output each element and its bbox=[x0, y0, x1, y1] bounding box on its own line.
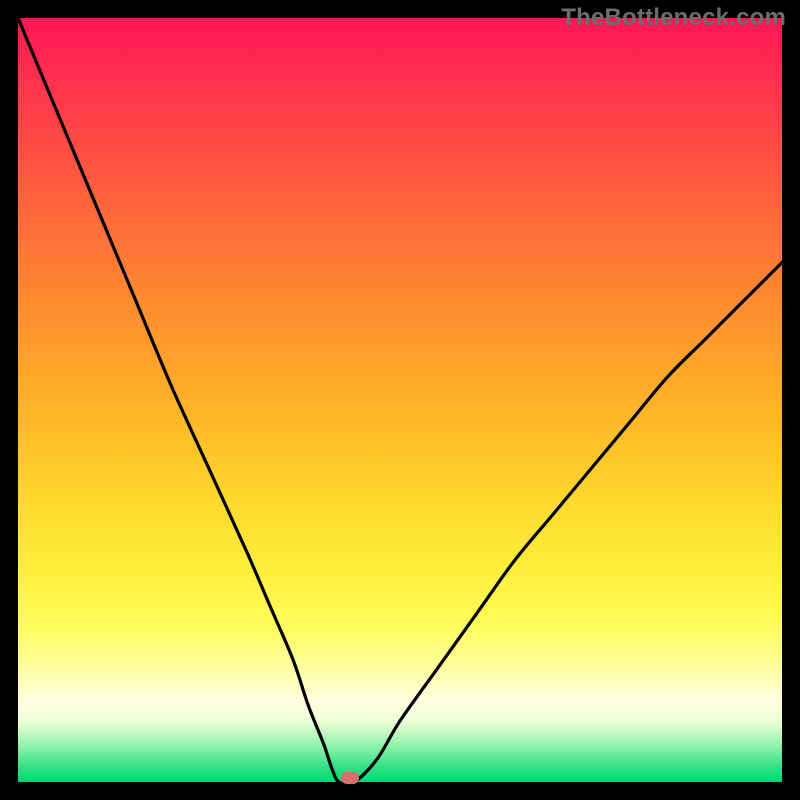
chart-outer: TheBottleneck.com bbox=[0, 0, 800, 800]
curve-layer bbox=[18, 18, 782, 782]
optimum-marker bbox=[341, 772, 359, 784]
watermark-text: TheBottleneck.com bbox=[561, 4, 786, 32]
bottleneck-curve bbox=[18, 18, 782, 782]
plot-area bbox=[18, 18, 782, 782]
